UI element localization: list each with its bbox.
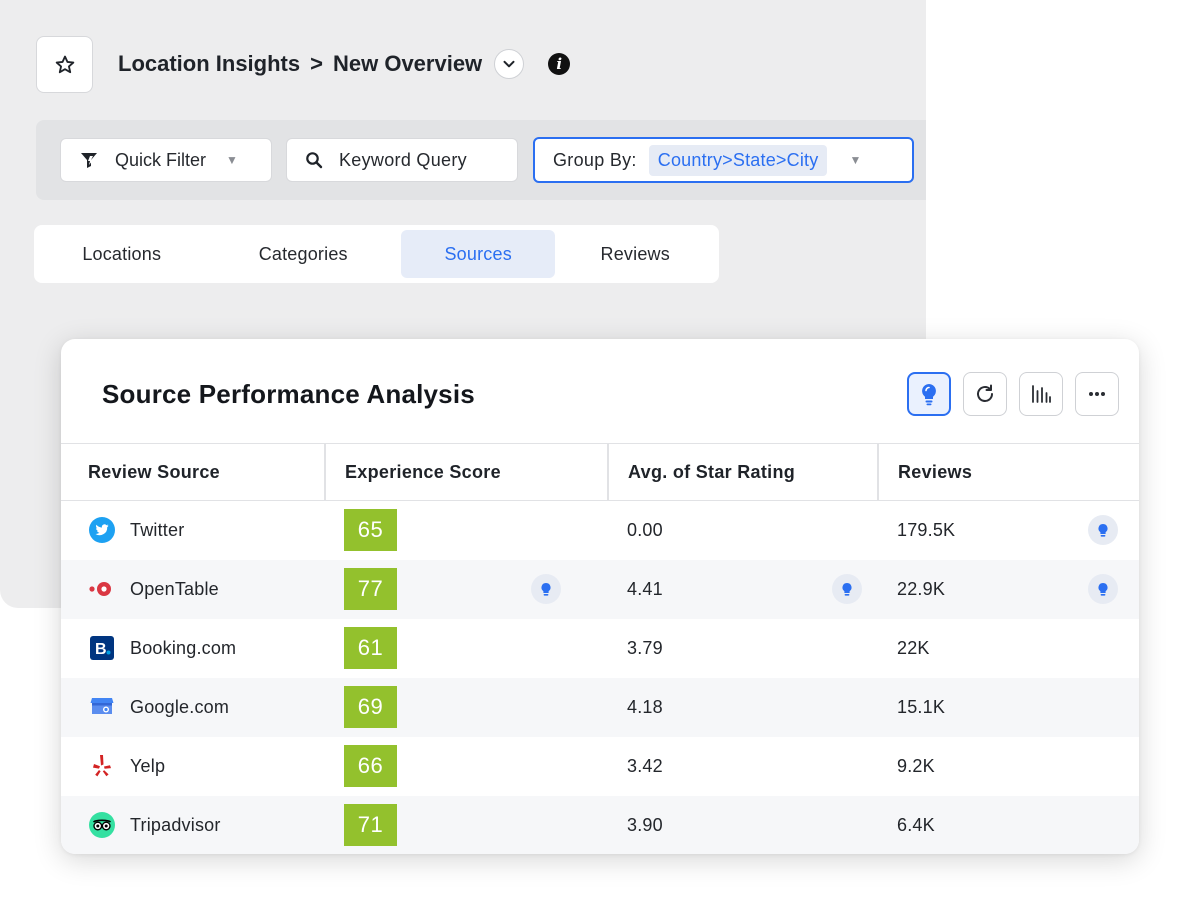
- lightbulb-icon: [541, 582, 551, 596]
- tab-sources[interactable]: Sources: [400, 230, 556, 278]
- experience-score: 77: [344, 568, 397, 610]
- table-row[interactable]: Twitter 65 0.00 179.5K: [61, 501, 1139, 560]
- score-insight-button[interactable]: [531, 574, 561, 604]
- caret-down-icon: ▼: [849, 153, 862, 167]
- more-options-button[interactable]: [1075, 372, 1119, 416]
- group-by-value-chip[interactable]: Country>State>City: [648, 144, 828, 176]
- star-rating: 0.00: [627, 519, 663, 540]
- info-icon[interactable]: i: [548, 53, 571, 75]
- review-count: 15.1K: [897, 696, 946, 717]
- column-header-reviews[interactable]: Reviews: [877, 443, 1139, 501]
- table-row[interactable]: Yelp 66 3.42 9.2K: [61, 737, 1139, 796]
- refresh-button[interactable]: [963, 372, 1007, 416]
- lightbulb-icon: [842, 582, 852, 596]
- group-by-select[interactable]: Group By: Country>State>City ▼: [533, 137, 914, 183]
- source-table: Review Source Experience Score Avg. of S…: [61, 443, 1139, 854]
- filter-bar: Quick Filter ▼ Keyword Query Group By: C…: [36, 120, 926, 200]
- source-name: OpenTable: [130, 578, 219, 599]
- group-by-label: Group By:: [553, 149, 637, 170]
- review-count: 6.4K: [897, 814, 935, 835]
- chart-view-button[interactable]: [1019, 372, 1063, 416]
- tripadvisor-icon: [88, 811, 116, 839]
- source-name: Booking.com: [130, 637, 237, 658]
- column-header-experience-score[interactable]: Experience Score: [324, 443, 608, 501]
- review-count: 22.9K: [897, 578, 946, 599]
- breadcrumb: Location Insights > New Overview i: [118, 48, 571, 80]
- breadcrumb-root[interactable]: Location Insights: [118, 51, 300, 77]
- quick-filter-button[interactable]: Quick Filter ▼: [60, 138, 272, 182]
- table-row[interactable]: B Booking.com 61 3.79 22K: [61, 619, 1139, 678]
- table-row[interactable]: Google.com 69 4.18 15.1K: [61, 677, 1139, 737]
- reviews-insight-button[interactable]: [1088, 574, 1118, 604]
- refresh-icon: [977, 384, 993, 402]
- tab-reviews[interactable]: Reviews: [555, 230, 715, 278]
- star-icon: [55, 55, 74, 73]
- card-title: Source Performance Analysis: [102, 379, 475, 409]
- star-rating: 3.79: [627, 637, 663, 658]
- star-rating: 3.42: [627, 755, 663, 776]
- filter-funnel-icon: [81, 153, 97, 168]
- tab-categories[interactable]: Categories: [206, 230, 401, 278]
- caret-down-icon: ▼: [226, 153, 238, 167]
- source-name: Yelp: [130, 755, 166, 776]
- reviews-insight-button[interactable]: [1088, 515, 1118, 546]
- google-business-icon: [88, 693, 116, 721]
- lightbulb-icon: [1098, 582, 1108, 596]
- star-rating: 4.41: [627, 578, 663, 599]
- view-dropdown-button[interactable]: [494, 49, 525, 79]
- breadcrumb-current: New Overview: [332, 51, 483, 76]
- booking-icon: B: [88, 634, 116, 662]
- experience-score: 66: [344, 745, 397, 787]
- review-count: 9.2K: [897, 755, 935, 776]
- column-header-review-source[interactable]: Review Source: [61, 443, 325, 501]
- review-count: 179.5K: [897, 519, 956, 540]
- review-count: 22K: [897, 637, 930, 658]
- tab-bar: Locations Categories Sources Reviews: [34, 225, 719, 283]
- insights-button[interactable]: [907, 372, 951, 416]
- source-name: Google.com: [130, 696, 230, 717]
- keyword-query-label: Keyword Query: [339, 149, 467, 170]
- yelp-icon: [88, 752, 116, 780]
- svg-text:B: B: [95, 641, 107, 658]
- rating-insight-button[interactable]: [832, 574, 862, 604]
- experience-score: 65: [344, 509, 397, 552]
- lightbulb-icon: [1098, 523, 1108, 537]
- experience-score: 61: [344, 627, 397, 669]
- star-rating: 3.90: [627, 814, 663, 835]
- breadcrumb-separator: >: [310, 51, 323, 76]
- twitter-icon: [88, 516, 116, 544]
- keyword-query-button[interactable]: Keyword Query: [286, 138, 518, 182]
- more-icon: [1089, 392, 1105, 396]
- quick-filter-label: Quick Filter: [115, 149, 207, 170]
- table-row[interactable]: Tripadvisor 71 3.90 6.4K: [61, 795, 1139, 854]
- card-actions: [907, 372, 1119, 416]
- chart-icon: [1032, 385, 1051, 403]
- source-performance-card: Source Performance Analysis Review Sourc…: [61, 339, 1139, 854]
- favorite-button[interactable]: [36, 36, 93, 93]
- chevron-down-icon: [503, 60, 515, 68]
- column-header-avg-star-rating[interactable]: Avg. of Star Rating: [607, 443, 878, 501]
- lightbulb-icon: [922, 384, 936, 406]
- table-header-row: Review Source Experience Score Avg. of S…: [61, 443, 1139, 501]
- table-row[interactable]: OpenTable 77 4.41 22.9K: [61, 559, 1139, 619]
- source-name: Tripadvisor: [130, 814, 221, 835]
- experience-score: 71: [344, 804, 397, 846]
- source-name: Twitter: [130, 519, 185, 540]
- tab-locations[interactable]: Locations: [38, 230, 206, 278]
- experience-score: 69: [344, 686, 397, 728]
- opentable-icon: [88, 575, 116, 603]
- star-rating: 4.18: [627, 696, 663, 717]
- search-icon: [306, 152, 323, 169]
